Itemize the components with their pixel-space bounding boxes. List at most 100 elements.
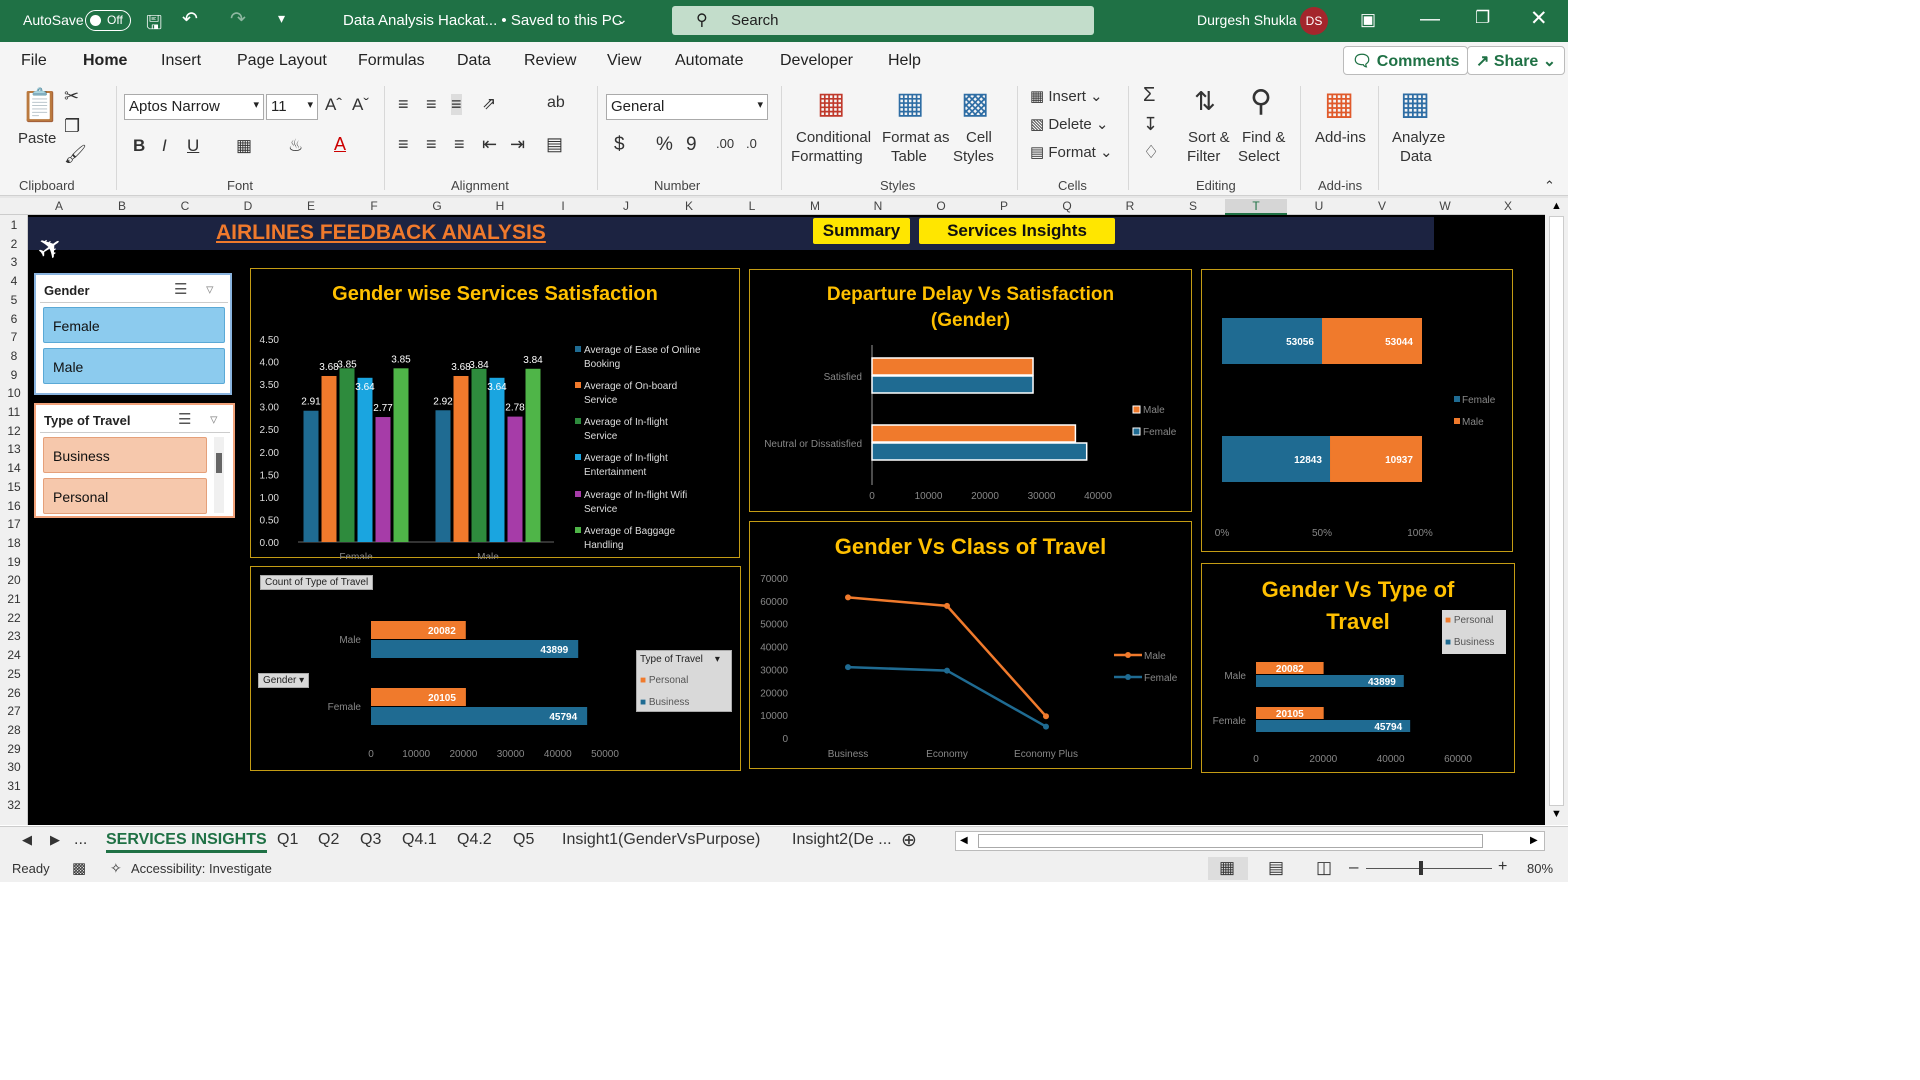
row-header[interactable]: 20	[0, 573, 28, 587]
menu-review[interactable]: Review	[524, 52, 576, 70]
scroll-thumb[interactable]	[1549, 216, 1564, 806]
minimize-icon[interactable]: —	[1420, 8, 1440, 31]
undo-icon[interactable]: ↶	[182, 8, 198, 31]
zoom-level[interactable]: 80%	[1527, 861, 1553, 876]
bold-icon[interactable]: B	[133, 136, 145, 156]
column-header[interactable]: N	[847, 199, 909, 213]
row-header[interactable]: 3	[0, 255, 28, 269]
comments-button[interactable]: 🗨 Comments	[1343, 46, 1469, 75]
scroll-down-icon[interactable]: ▼	[1551, 808, 1562, 820]
column-header[interactable]: X	[1477, 199, 1539, 213]
column-header[interactable]: T	[1225, 199, 1287, 215]
tab-q4-2[interactable]: Q4.2	[457, 831, 492, 849]
summary-button[interactable]: Summary	[813, 218, 910, 244]
row-header[interactable]: 2	[0, 237, 28, 251]
pivot-value-field[interactable]: Count of Type of Travel	[260, 575, 374, 590]
row-header[interactable]: 24	[0, 648, 28, 662]
row-header[interactable]: 30	[0, 760, 28, 774]
column-header[interactable]: V	[1351, 199, 1413, 213]
cell-styles-icon[interactable]: ▩	[961, 86, 989, 121]
clear-filter-icon[interactable]: ▿	[210, 410, 218, 428]
row-header[interactable]: 31	[0, 779, 28, 793]
increase-font-icon[interactable]: Aˆ	[325, 95, 342, 115]
share-button[interactable]: ↗ Share ⌄	[1467, 46, 1566, 75]
column-header[interactable]: A	[28, 199, 90, 213]
row-header[interactable]: 21	[0, 592, 28, 606]
italic-icon[interactable]: I	[162, 136, 167, 156]
restore-icon[interactable]: ❐	[1475, 8, 1490, 28]
menu-data[interactable]: Data	[457, 52, 491, 70]
collapse-ribbon-icon[interactable]: ⌃	[1544, 178, 1555, 194]
tab-scroll-right-icon[interactable]: ▶	[50, 832, 60, 848]
column-header[interactable]: Q	[1036, 199, 1098, 213]
row-header[interactable]: 26	[0, 686, 28, 700]
row-header[interactable]: 6	[0, 312, 28, 326]
align-bottom-icon[interactable]: ≡	[451, 94, 462, 115]
row-header[interactable]: 9	[0, 368, 28, 382]
conditional-formatting-l1[interactable]: Conditional	[796, 129, 871, 146]
row-header[interactable]: 10	[0, 386, 28, 400]
menu-page-layout[interactable]: Page Layout	[237, 52, 327, 70]
analyze-data-l1[interactable]: Analyze	[1392, 129, 1445, 146]
row-header[interactable]: 13	[0, 442, 28, 456]
column-header[interactable]: L	[721, 199, 783, 213]
underline-icon[interactable]: U	[187, 136, 199, 156]
column-header[interactable]: J	[595, 199, 657, 213]
more-tabs-icon[interactable]: ...	[74, 831, 87, 849]
format-painter-icon[interactable]: 🖌	[64, 144, 87, 165]
column-header[interactable]: E	[280, 199, 342, 213]
align-left-icon[interactable]: ≡	[398, 134, 409, 155]
sort-filter-icon[interactable]: ⇅	[1194, 86, 1216, 117]
currency-icon[interactable]: $	[614, 134, 625, 156]
row-header[interactable]: 29	[0, 742, 28, 756]
align-top-icon[interactable]: ≡	[398, 94, 409, 115]
macro-record-icon[interactable]: ▩	[72, 859, 86, 877]
services-insights-button[interactable]: Services Insights	[919, 218, 1115, 244]
search-box[interactable]: ⚲ Search	[672, 6, 1094, 35]
analyze-data-icon[interactable]: ▦	[1400, 84, 1430, 122]
avatar[interactable]: DS	[1300, 7, 1328, 35]
row-header[interactable]: 15	[0, 480, 28, 494]
row-header[interactable]: 16	[0, 499, 28, 513]
increase-indent-icon[interactable]: ⇥	[510, 134, 525, 155]
comma-icon[interactable]: 9	[686, 134, 697, 156]
column-header[interactable]: F	[343, 199, 405, 213]
increase-decimal-icon[interactable]: .00	[716, 136, 734, 151]
pivot-legend-field-button[interactable]: Type of Travel ▾	[640, 654, 720, 665]
row-header[interactable]: 7	[0, 330, 28, 344]
column-header[interactable]: B	[91, 199, 153, 213]
align-center-icon[interactable]: ≡	[426, 134, 437, 155]
menu-developer[interactable]: Developer	[780, 52, 853, 70]
menu-formulas[interactable]: Formulas	[358, 52, 425, 70]
wrap-text-icon[interactable]: ab	[547, 94, 565, 112]
row-header[interactable]: 12	[0, 424, 28, 438]
font-name-select[interactable]: Aptos Narrow ▾	[124, 94, 264, 120]
row-header[interactable]: 22	[0, 611, 28, 625]
zoom-out-icon[interactable]: –	[1349, 857, 1358, 877]
paste-label[interactable]: Paste	[18, 130, 56, 147]
orientation-icon[interactable]: ⇗	[482, 94, 496, 114]
tab-insight2[interactable]: Insight2(De ...	[792, 831, 892, 849]
percent-icon[interactable]: %	[656, 134, 673, 156]
column-header[interactable]: O	[910, 199, 972, 213]
tab-q3[interactable]: Q3	[360, 831, 381, 849]
scroll-right-icon[interactable]: ▶	[1530, 835, 1538, 846]
scroll-left-icon[interactable]: ◀	[960, 835, 968, 846]
accessibility-icon[interactable]: ✧	[110, 860, 122, 877]
conditional-formatting-l2[interactable]: Formatting	[791, 148, 863, 165]
column-header[interactable]: H	[469, 199, 531, 213]
find-select-l2[interactable]: Select	[1238, 148, 1280, 165]
cell-styles-l1[interactable]: Cell	[966, 129, 992, 146]
tab-q1[interactable]: Q1	[277, 831, 298, 849]
copy-icon[interactable]: ❐	[64, 116, 80, 137]
multi-select-icon[interactable]: ☰	[178, 410, 191, 428]
addins-icon[interactable]: ▦	[1324, 84, 1354, 122]
column-header[interactable]: S	[1162, 199, 1224, 213]
menu-help[interactable]: Help	[888, 52, 921, 70]
menu-automate[interactable]: Automate	[675, 52, 743, 70]
align-right-icon[interactable]: ≡	[454, 134, 465, 155]
row-header[interactable]: 27	[0, 704, 28, 718]
column-header[interactable]: C	[154, 199, 216, 213]
row-header[interactable]: 19	[0, 555, 28, 569]
row-header[interactable]: 4	[0, 274, 28, 288]
